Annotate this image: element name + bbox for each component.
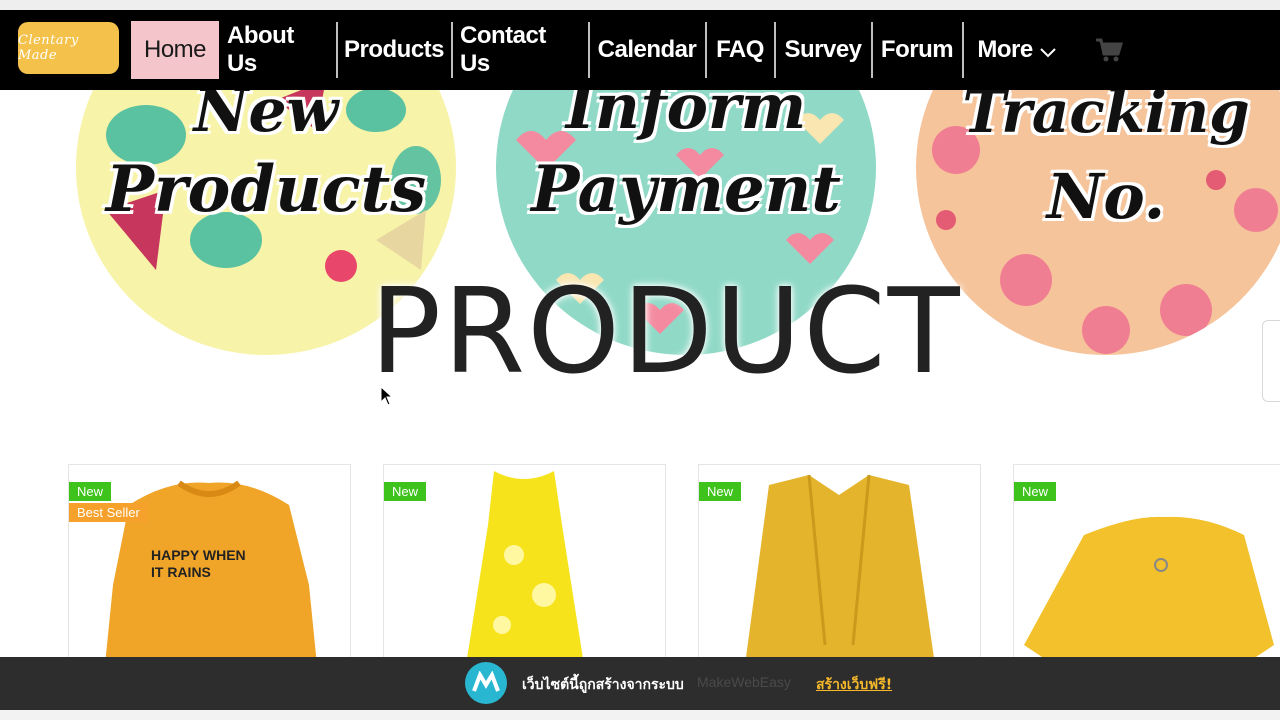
nav-item-contact-us[interactable]: Contact Us xyxy=(460,21,580,79)
product-image xyxy=(745,474,935,663)
makewebeasy-logo-icon[interactable] xyxy=(465,662,507,704)
badge-new: New xyxy=(1014,482,1057,501)
nav-label: Home xyxy=(143,36,207,63)
nav-label: About Us xyxy=(227,22,294,77)
nav-item-calendar[interactable]: Calendar xyxy=(597,21,697,79)
product-card[interactable]: New xyxy=(1013,464,1280,664)
shirt-print-line2: IT RAINS xyxy=(151,564,211,580)
circle-title-line2: Products xyxy=(105,152,427,227)
nav-label: More xyxy=(977,36,1033,63)
nav-label: Forum xyxy=(880,36,954,63)
nav-divider xyxy=(451,22,453,78)
nav-label: FAQ xyxy=(716,36,764,63)
main-navbar: Clentary Made Home About Us Products Con… xyxy=(0,10,1280,90)
product-card[interactable]: New Best Seller HAPPY WHEN IT RAINS xyxy=(68,464,351,664)
promo-brand: MakeWebEasy xyxy=(697,674,791,690)
shirt-print-line1: HAPPY WHEN xyxy=(151,547,246,563)
nav-item-survey[interactable]: Survey xyxy=(782,21,864,79)
tracking-no-circle[interactable]: Tracking No. xyxy=(916,90,1280,355)
browser-top-strip xyxy=(0,0,1280,10)
circle-title-line1: New xyxy=(193,90,339,146)
nav-item-more[interactable]: More xyxy=(972,21,1062,79)
logo-text: Clentary Made xyxy=(18,33,79,63)
nav-label: Survey xyxy=(784,36,862,63)
badge-new: New xyxy=(384,482,427,501)
nav-divider xyxy=(336,22,338,78)
nav-item-faq[interactable]: FAQ xyxy=(713,21,767,79)
nav-label: Products xyxy=(344,36,445,63)
cart-icon[interactable] xyxy=(1094,37,1124,63)
nav-item-forum[interactable]: Forum xyxy=(879,21,955,79)
circle-title-line2: No. xyxy=(1046,160,1166,233)
nav-divider xyxy=(962,22,964,78)
chevron-down-icon xyxy=(1039,48,1056,58)
product-card[interactable]: New xyxy=(698,464,981,664)
bottom-strip xyxy=(0,710,1280,720)
nav-label: Contact Us xyxy=(460,22,546,77)
nav-divider xyxy=(588,22,590,78)
nav-divider xyxy=(705,22,707,78)
product-image xyxy=(466,471,584,663)
mouse-pointer-icon xyxy=(380,386,394,406)
circle-title-line2: Payment xyxy=(531,152,841,227)
nav-divider xyxy=(774,22,776,78)
nav-divider xyxy=(871,22,873,78)
badge-new: New xyxy=(69,482,112,501)
nav-item-about-us[interactable]: About Us xyxy=(227,21,329,79)
create-website-link[interactable]: สร้างเว็บฟรี! xyxy=(816,674,892,696)
nav-label: Calendar xyxy=(597,36,697,63)
badge-new: New xyxy=(699,482,742,501)
section-heading: PRODUCT xyxy=(370,262,962,400)
product-card[interactable]: New xyxy=(383,464,666,664)
promo-text: เว็บไซต์นี้ถูกสร้างจากระบบ xyxy=(522,677,684,693)
hero-banner: New Products Inform Payment Tracking No.… xyxy=(0,90,1280,450)
badge-best-seller: Best Seller xyxy=(69,503,148,522)
side-widget-tab[interactable] xyxy=(1262,320,1280,402)
circle-title-line1: Inform xyxy=(565,90,807,143)
nav-item-home[interactable]: Home xyxy=(131,21,219,79)
nav-item-products[interactable]: Products xyxy=(344,21,445,79)
circle-title-line1: Tracking xyxy=(962,90,1250,146)
site-logo[interactable]: Clentary Made xyxy=(18,22,119,74)
